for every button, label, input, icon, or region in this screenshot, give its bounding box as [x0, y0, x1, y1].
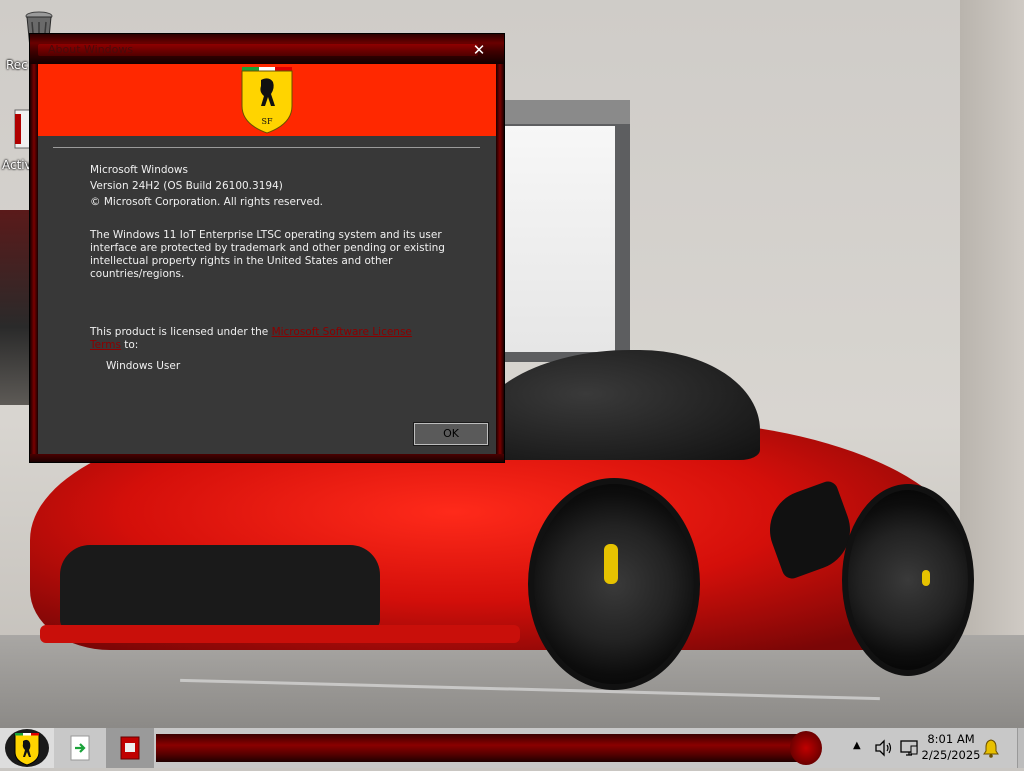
dialog-left-border	[30, 64, 38, 462]
ok-button[interactable]: OK	[413, 422, 489, 446]
tray-overflow-chevron-icon[interactable]: ▲	[853, 740, 865, 754]
license-prefix: This product is licensed under the	[90, 326, 272, 338]
taskbar-clock[interactable]: 8:01 AM 2/25/2025	[921, 731, 981, 763]
ferrari-shield-icon	[5, 729, 49, 767]
start-button[interactable]	[0, 728, 54, 768]
clock-time: 8:01 AM	[927, 732, 975, 746]
wallpaper-car-splitter	[40, 625, 520, 643]
volume-button[interactable]	[874, 738, 894, 758]
dialog-right-border	[496, 64, 504, 462]
license-line-2: Terms to:	[90, 339, 138, 352]
wallpaper-window-glass	[505, 126, 615, 352]
description-line-2: interface are protected by trademark and…	[90, 242, 445, 254]
wallpaper-brake-caliper	[922, 570, 930, 586]
taskbar: ▲ 8:01 AM 2/25/2025	[0, 728, 1024, 768]
copyright-text: © Microsoft Corporation. All rights rese…	[90, 196, 323, 208]
product-name: Microsoft Windows	[90, 164, 188, 176]
speaker-icon	[875, 739, 892, 757]
show-desktop-button[interactable]	[1017, 728, 1024, 768]
dialog-titlebar[interactable]: About Windows ✕	[30, 34, 504, 64]
dialog-banner: SF	[38, 64, 496, 136]
wallpaper-car-front-wheel	[528, 478, 700, 690]
close-icon: ✕	[472, 41, 486, 59]
taskbar-decor-track	[156, 734, 820, 762]
license-terms-link[interactable]: Microsoft Software License	[272, 326, 412, 338]
wallpaper-left-thumbnail	[0, 210, 32, 405]
version-text: Version 24H2 (OS Build 26100.3194)	[90, 180, 283, 192]
close-button[interactable]: ✕	[469, 41, 489, 59]
about-windows-dialog: About Windows ✕ SF Microsoft Windows Ver…	[30, 34, 504, 462]
wallpaper-car-rear-wheel	[842, 484, 974, 676]
license-suffix: to:	[120, 339, 139, 351]
dialog-title: About Windows	[48, 43, 134, 56]
wallpaper-brake-caliper	[604, 544, 618, 584]
taskbar-decor-knob	[790, 731, 822, 765]
bell-icon	[983, 739, 999, 758]
license-terms-link-cont[interactable]: Terms	[90, 339, 121, 351]
description-line-4: countries/regions.	[90, 268, 185, 280]
license-line-1: This product is licensed under the Micro…	[90, 326, 412, 339]
red-window-app-icon	[120, 736, 140, 760]
activation-label: Activ	[2, 158, 32, 172]
ok-button-label: OK	[443, 427, 459, 440]
network-icon	[900, 740, 918, 756]
recycle-bin-label: Rec	[6, 58, 28, 72]
network-button[interactable]	[899, 738, 919, 758]
svg-text:SF: SF	[261, 117, 272, 126]
licensee-name: Windows User	[106, 360, 181, 372]
description-line-1: The Windows 11 IoT Enterprise LTSC opera…	[90, 229, 442, 241]
green-arrow-app-icon	[70, 735, 90, 761]
ferrari-shield-icon: SF	[241, 67, 293, 134]
wallpaper-wall	[960, 0, 1024, 640]
divider	[53, 147, 480, 148]
dialog-bottom-border	[30, 454, 504, 462]
wallpaper-window-blind	[498, 100, 630, 124]
wallpaper-car-roof	[470, 350, 760, 460]
description-line-3: intellectual property rights in the Unit…	[90, 255, 393, 267]
clock-date: 2/25/2025	[921, 748, 981, 762]
wallpaper-car-grille	[60, 545, 380, 630]
notifications-button[interactable]	[982, 738, 1000, 758]
dialog-content: Microsoft Windows Version 24H2 (OS Build…	[38, 136, 496, 454]
taskbar-app-2[interactable]	[106, 728, 154, 768]
taskbar-app-1[interactable]	[58, 730, 102, 766]
